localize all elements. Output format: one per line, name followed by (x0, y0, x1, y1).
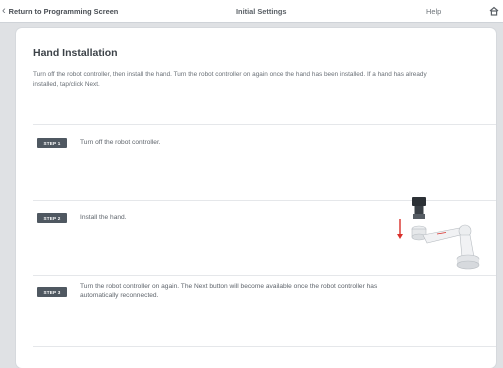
step-1-badge: STEP 1 (37, 138, 67, 148)
page-title: Initial Settings (236, 6, 287, 16)
chevron-left-icon: ‹ (2, 4, 6, 17)
step-3-badge: STEP 3 (37, 287, 67, 297)
section-heading: Hand Installation (33, 47, 118, 59)
help-button[interactable]: Help (426, 0, 441, 22)
return-to-programming-button[interactable]: ‹ Return to Programming Screen (2, 0, 118, 22)
step-2-text: Install the hand. (80, 214, 127, 221)
step-1-text: Turn off the robot controller. (80, 139, 161, 146)
step-3-text: Turn the robot controller on again. The … (80, 283, 378, 299)
content-panel: Hand Installation Turn off the robot con… (16, 28, 496, 368)
intro-text: Turn off the robot controller, then inst… (33, 71, 427, 88)
return-to-programming-label: Return to Programming Screen (8, 6, 119, 16)
home-icon[interactable] (489, 6, 499, 16)
divider (33, 346, 496, 347)
divider (33, 124, 496, 125)
robot-arm-hand-illustration (397, 197, 480, 270)
step-2-badge: STEP 2 (37, 213, 67, 223)
divider (33, 275, 496, 276)
top-navigation-bar: ‹ Return to Programming Screen Initial S… (0, 0, 503, 23)
